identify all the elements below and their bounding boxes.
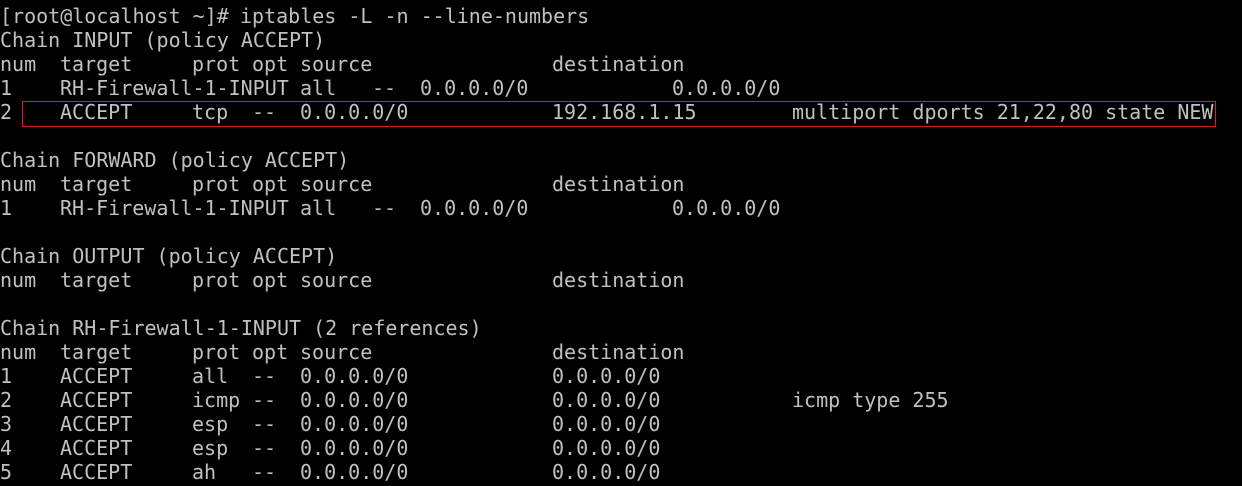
row-target: ACCEPT	[60, 364, 133, 388]
row-opt: --	[252, 412, 277, 436]
chain-header-text: Chain INPUT (policy ACCEPT)	[0, 28, 326, 52]
terminal-window[interactable]: [root@localhost ~]# iptables -L -n --lin…	[0, 0, 1242, 486]
table-row: 1 RH-Firewall-1-INPUT all -- 0.0.0.0/0 0…	[0, 196, 1242, 220]
col-destination: destination	[552, 52, 685, 76]
shell-prompt: [root@localhost ~]#	[0, 4, 241, 28]
row-source: 0.0.0.0/0	[300, 388, 409, 412]
row-destination: 0.0.0.0/0	[552, 412, 661, 436]
row-num: 1	[0, 196, 13, 220]
row-target: ACCEPT	[60, 460, 133, 484]
col-num: num	[0, 52, 37, 76]
col-source: source	[300, 268, 373, 292]
column-header-row: num target prot opt source destination	[0, 340, 1242, 364]
row-extra: icmp type 255	[792, 388, 949, 412]
table-row: 2 ACCEPT icmp -- 0.0.0.0/0 0.0.0.0/0 icm…	[0, 388, 1242, 412]
col-opt: opt	[252, 52, 289, 76]
col-opt: opt	[252, 172, 289, 196]
row-source: 0.0.0.0/0	[300, 436, 409, 460]
table-row: 5 ACCEPT ah -- 0.0.0.0/0 0.0.0.0/0	[0, 460, 1242, 484]
row-target: ACCEPT	[60, 436, 133, 460]
chain-input-header: Chain INPUT (policy ACCEPT)	[0, 28, 1242, 52]
col-num: num	[0, 340, 37, 364]
row-num: 2	[0, 388, 13, 412]
column-header-row: num target prot opt source destination	[0, 268, 1242, 292]
row-opt: --	[252, 388, 277, 412]
row-destination: 0.0.0.0/0	[552, 460, 661, 484]
col-prot: prot	[192, 52, 241, 76]
row-opt: --	[252, 436, 277, 460]
row-prot: all	[300, 76, 337, 100]
row-source: 0.0.0.0/0	[300, 364, 409, 388]
col-source: source	[300, 340, 373, 364]
col-target: target	[60, 340, 133, 364]
row-destination: 0.0.0.0/0	[672, 76, 781, 100]
table-row: 1 RH-Firewall-1-INPUT all -- 0.0.0.0/0 0…	[0, 76, 1242, 100]
row-destination: 0.0.0.0/0	[552, 364, 661, 388]
chain-header-text: Chain FORWARD (policy ACCEPT)	[0, 148, 350, 172]
row-opt: --	[252, 460, 277, 484]
row-destination: 0.0.0.0/0	[672, 196, 781, 220]
highlight-annotation-box	[22, 101, 1216, 127]
row-source: 0.0.0.0/0	[420, 196, 529, 220]
chain-forward-header: Chain FORWARD (policy ACCEPT)	[0, 148, 1242, 172]
command-line: [root@localhost ~]# iptables -L -n --lin…	[0, 4, 1242, 28]
chain-header-text: Chain OUTPUT (policy ACCEPT)	[0, 244, 338, 268]
col-prot: prot	[192, 268, 241, 292]
col-num: num	[0, 172, 37, 196]
row-target: ACCEPT	[60, 388, 133, 412]
col-source: source	[300, 172, 373, 196]
row-prot: icmp	[192, 388, 241, 412]
chain-output-header: Chain OUTPUT (policy ACCEPT)	[0, 244, 1242, 268]
col-prot: prot	[192, 340, 241, 364]
row-prot: esp	[192, 436, 229, 460]
row-source: 0.0.0.0/0	[300, 460, 409, 484]
row-num: 3	[0, 412, 13, 436]
col-source: source	[300, 52, 373, 76]
chain-rh-firewall-header: Chain RH-Firewall-1-INPUT (2 references)	[0, 316, 1242, 340]
col-destination: destination	[552, 172, 685, 196]
row-target: ACCEPT	[60, 412, 133, 436]
row-prot: ah	[192, 460, 217, 484]
col-target: target	[60, 52, 133, 76]
chain-header-text: Chain RH-Firewall-1-INPUT (2 references)	[0, 316, 482, 340]
row-prot: esp	[192, 412, 229, 436]
row-num: 1	[0, 364, 13, 388]
table-row: 4 ACCEPT esp -- 0.0.0.0/0 0.0.0.0/0	[0, 436, 1242, 460]
col-target: target	[60, 172, 133, 196]
col-opt: opt	[252, 268, 289, 292]
row-prot: all	[300, 196, 337, 220]
row-source: 0.0.0.0/0	[420, 76, 529, 100]
column-header-row: num target prot opt source destination	[0, 52, 1242, 76]
row-num: 4	[0, 436, 13, 460]
row-source: 0.0.0.0/0	[300, 412, 409, 436]
col-destination: destination	[552, 268, 685, 292]
col-prot: prot	[192, 172, 241, 196]
row-prot: all	[192, 364, 229, 388]
row-destination: 0.0.0.0/0	[552, 388, 661, 412]
row-num: 2	[0, 100, 13, 124]
col-num: num	[0, 268, 37, 292]
row-opt: --	[372, 196, 397, 220]
row-opt: --	[372, 76, 397, 100]
row-opt: --	[252, 364, 277, 388]
row-target: RH-Firewall-1-INPUT	[60, 76, 289, 100]
row-num: 1	[0, 76, 13, 100]
col-opt: opt	[252, 340, 289, 364]
column-header-row: num target prot opt source destination	[0, 172, 1242, 196]
col-destination: destination	[552, 340, 685, 364]
row-num: 5	[0, 460, 13, 484]
table-row: 1 ACCEPT all -- 0.0.0.0/0 0.0.0.0/0	[0, 364, 1242, 388]
row-target: RH-Firewall-1-INPUT	[60, 196, 289, 220]
table-row: 3 ACCEPT esp -- 0.0.0.0/0 0.0.0.0/0	[0, 412, 1242, 436]
col-target: target	[60, 268, 133, 292]
row-destination: 0.0.0.0/0	[552, 436, 661, 460]
shell-command: iptables -L -n --line-numbers	[240, 4, 590, 28]
